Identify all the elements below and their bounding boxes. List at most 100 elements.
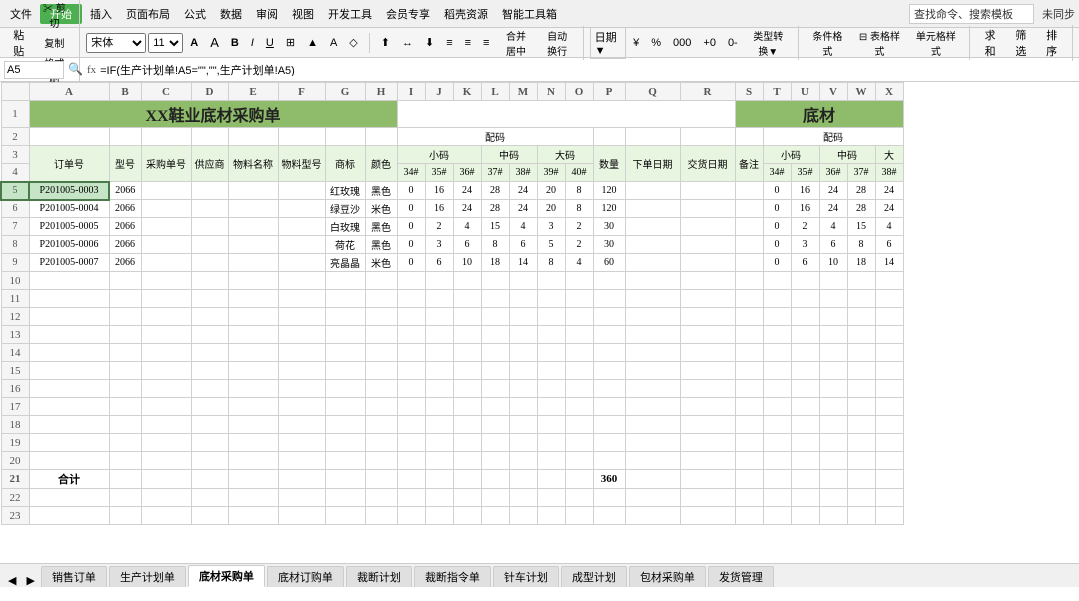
- cell-k9[interactable]: 10: [453, 254, 481, 272]
- table-style-button[interactable]: ⊟ 表格样式: [852, 26, 907, 60]
- cell-x5[interactable]: 24: [875, 182, 903, 200]
- col-U[interactable]: U: [791, 83, 819, 101]
- cell-t6[interactable]: 0: [763, 200, 791, 218]
- copy-button[interactable]: 复制: [35, 33, 73, 52]
- bold-button[interactable]: A: [185, 35, 203, 51]
- r2c7[interactable]: [325, 128, 365, 146]
- cell-s7[interactable]: [735, 218, 763, 236]
- cell-k6[interactable]: 24: [453, 200, 481, 218]
- cell-e6[interactable]: [228, 200, 278, 218]
- cell-d9[interactable]: [191, 254, 228, 272]
- menu-member[interactable]: 会员专享: [380, 4, 436, 24]
- font-size-up-button[interactable]: A: [205, 33, 224, 52]
- cell-r9[interactable]: [680, 254, 735, 272]
- cell-q9[interactable]: [625, 254, 680, 272]
- align-left-button[interactable]: ≡: [441, 35, 457, 51]
- cell-f8[interactable]: [278, 236, 325, 254]
- r2c18[interactable]: [680, 128, 735, 146]
- col-S[interactable]: S: [735, 83, 763, 101]
- clear-button[interactable]: ◇: [344, 34, 362, 51]
- cell-s5[interactable]: [735, 182, 763, 200]
- cell-r7[interactable]: [680, 218, 735, 236]
- tab-bottom-order[interactable]: 底材订购单: [267, 566, 344, 587]
- cell-m8[interactable]: 6: [509, 236, 537, 254]
- cell-v6[interactable]: 24: [819, 200, 847, 218]
- col-Q[interactable]: Q: [625, 83, 680, 101]
- cell-f5[interactable]: [278, 182, 325, 200]
- cell-q7[interactable]: [625, 218, 680, 236]
- font-color-button[interactable]: A: [325, 35, 342, 51]
- cell-l9[interactable]: 18: [481, 254, 509, 272]
- cell-j7[interactable]: 2: [425, 218, 453, 236]
- cell-n8[interactable]: 5: [537, 236, 565, 254]
- tab-sales-order[interactable]: 销售订单: [41, 566, 107, 587]
- border-button[interactable]: ⊞: [281, 34, 300, 51]
- col-H[interactable]: H: [365, 83, 397, 101]
- cell-s6[interactable]: [735, 200, 763, 218]
- cell-l8[interactable]: 8: [481, 236, 509, 254]
- cell-l7[interactable]: 15: [481, 218, 509, 236]
- cell-j6[interactable]: 16: [425, 200, 453, 218]
- cell-w6[interactable]: 28: [847, 200, 875, 218]
- r2c8[interactable]: [365, 128, 397, 146]
- col-F[interactable]: F: [278, 83, 325, 101]
- cell-h9[interactable]: 米色: [365, 254, 397, 272]
- menu-insert[interactable]: 插入: [84, 4, 118, 24]
- col-K[interactable]: K: [453, 83, 481, 101]
- tab-shipping[interactable]: 发货管理: [708, 566, 774, 587]
- format-dropdown[interactable]: 日期 ▼: [590, 27, 626, 59]
- r2c4[interactable]: [191, 128, 228, 146]
- tab-bottom-purchase[interactable]: 底材采购单: [188, 565, 265, 587]
- cell-h6[interactable]: 米色: [365, 200, 397, 218]
- cell-i6[interactable]: 0: [397, 200, 425, 218]
- col-D[interactable]: D: [191, 83, 228, 101]
- align-right-button[interactable]: ≡: [478, 35, 494, 51]
- formula-input[interactable]: [100, 64, 1075, 76]
- cell-b9[interactable]: 2066: [109, 254, 141, 272]
- menu-dev[interactable]: 开发工具: [322, 4, 378, 24]
- col-J[interactable]: J: [425, 83, 453, 101]
- cell-h7[interactable]: 黑色: [365, 218, 397, 236]
- tab-sewing-plan[interactable]: 针车计划: [493, 566, 559, 587]
- align-bottom-button[interactable]: ⬇: [420, 34, 439, 51]
- tab-forming-plan[interactable]: 成型计划: [561, 566, 627, 587]
- cell-v7[interactable]: 4: [819, 218, 847, 236]
- col-T[interactable]: T: [763, 83, 791, 101]
- tab-nav-next[interactable]: ▶: [22, 574, 38, 587]
- cell-g6[interactable]: 绿豆沙: [325, 200, 365, 218]
- cell-a8[interactable]: P201005-0006: [29, 236, 109, 254]
- cell-g7[interactable]: 白玫瑰: [325, 218, 365, 236]
- cell-k5[interactable]: 24: [453, 182, 481, 200]
- cell-g5[interactable]: 红玫瑰: [325, 182, 365, 200]
- menu-layout[interactable]: 页面布局: [120, 4, 176, 24]
- r2c19[interactable]: [735, 128, 763, 146]
- cell-e8[interactable]: [228, 236, 278, 254]
- cell-c6[interactable]: [141, 200, 191, 218]
- tab-cut-order[interactable]: 裁断指令单: [414, 566, 491, 587]
- cell-r8[interactable]: [680, 236, 735, 254]
- r2c1[interactable]: [29, 128, 109, 146]
- cell-e9[interactable]: [228, 254, 278, 272]
- col-B[interactable]: B: [109, 83, 141, 101]
- col-M[interactable]: M: [509, 83, 537, 101]
- menu-shell[interactable]: 稻壳资源: [438, 4, 494, 24]
- tab-nav-prev[interactable]: ◀: [4, 574, 20, 587]
- cell-x6[interactable]: 24: [875, 200, 903, 218]
- menu-view[interactable]: 视图: [286, 4, 320, 24]
- cell-v9[interactable]: 10: [819, 254, 847, 272]
- cell-n7[interactable]: 3: [537, 218, 565, 236]
- menu-review[interactable]: 审阅: [250, 4, 284, 24]
- r2c6[interactable]: [278, 128, 325, 146]
- cell-u8[interactable]: 3: [791, 236, 819, 254]
- cell-p8[interactable]: 30: [593, 236, 625, 254]
- cell-d6[interactable]: [191, 200, 228, 218]
- cell-l6[interactable]: 28: [481, 200, 509, 218]
- col-E[interactable]: E: [228, 83, 278, 101]
- cell-k8[interactable]: 6: [453, 236, 481, 254]
- cell-c5[interactable]: [141, 182, 191, 200]
- cell-q5[interactable]: [625, 182, 680, 200]
- cell-s9[interactable]: [735, 254, 763, 272]
- tab-cut-plan[interactable]: 裁断计划: [346, 566, 412, 587]
- italic-button[interactable]: I: [246, 35, 259, 51]
- cell-a5[interactable]: P201005-0003: [29, 182, 109, 200]
